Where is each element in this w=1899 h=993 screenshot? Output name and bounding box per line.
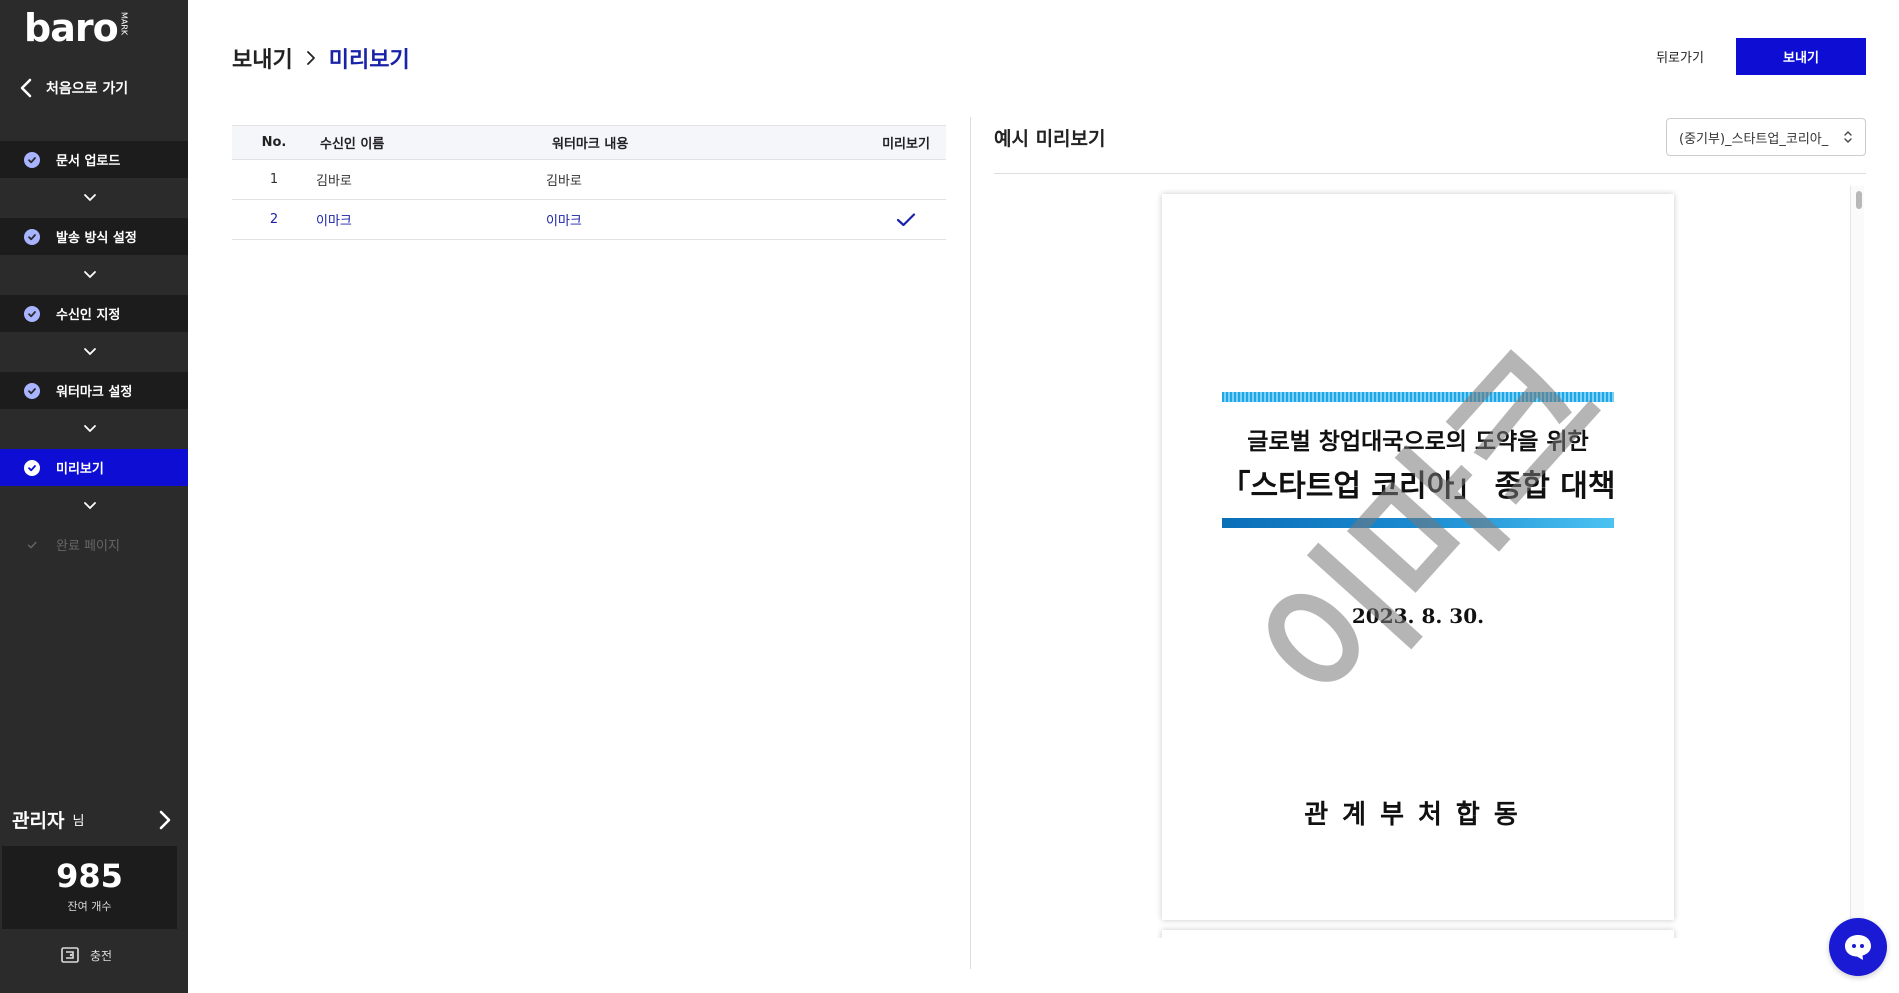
document-page: 글로벌 창업대국으로의 도약을 위한 「스타트업 코리아」 종합 대책 2023… [1162, 194, 1674, 920]
table-row[interactable]: 2 이마크 이마크 [232, 200, 946, 240]
header-recipient-name: 수신인 이름 [320, 137, 385, 152]
logo-text: baro [24, 6, 119, 50]
admin-suffix: 님 [72, 814, 85, 829]
logo-subtext: MARK [119, 12, 129, 36]
step-document-upload[interactable]: 문서 업로드 [0, 141, 188, 178]
step-label: 워터마크 설정 [56, 385, 133, 400]
wallet-icon [61, 947, 79, 963]
header-watermark-content: 워터마크 내용 [552, 137, 629, 152]
row-watermark-content: 김바로 [546, 174, 582, 189]
step-complete-page: 완료 페이지 [0, 526, 188, 563]
row-no: 2 [269, 212, 279, 227]
step-label: 수신인 지정 [56, 308, 121, 323]
row-no: 1 [269, 172, 279, 187]
sidebar: baro MARK 처음으로 가기 문서 업로드 발송 방식 설정 수신인 지정… [0, 0, 188, 993]
chat-icon [1845, 935, 1871, 960]
chevron-down-icon [0, 486, 188, 526]
step-recipients[interactable]: 수신인 지정 [0, 295, 188, 332]
step-delivery-settings[interactable]: 발송 방식 설정 [0, 218, 188, 255]
check-icon [24, 537, 40, 553]
table-header: No. 수신인 이름 워터마크 내용 미리보기 [232, 125, 946, 160]
back-to-start-link[interactable]: 처음으로 가기 [18, 78, 128, 98]
row-watermark-content: 이마크 [546, 214, 582, 229]
watermark-overlay: 이마크 [1228, 316, 1636, 742]
credit-box: 985 잔여 개수 [2, 846, 177, 929]
preview-divider [994, 173, 1866, 174]
chevron-down-icon [0, 332, 188, 372]
breadcrumb-parent[interactable]: 보내기 [232, 42, 293, 74]
go-back-button[interactable]: 뒤로가기 [1640, 38, 1720, 74]
step-preview[interactable]: 미리보기 [0, 449, 188, 486]
admin-name: 관리자 [12, 810, 65, 832]
chat-support-button[interactable] [1829, 918, 1887, 976]
step-label: 문서 업로드 [56, 154, 121, 169]
table-row[interactable]: 1 김바로 김바로 [232, 160, 946, 200]
row-preview [866, 212, 946, 228]
chevron-right-icon [159, 810, 171, 829]
viewer-scrollbar[interactable] [1850, 186, 1864, 938]
document-select-value: (중기부)_스타트업_코리아_ [1679, 131, 1829, 147]
document-page-next [1162, 930, 1674, 938]
step-watermark-settings[interactable]: 워터마크 설정 [0, 372, 188, 409]
check-circle-icon [24, 459, 40, 476]
chevron-right-icon [306, 51, 315, 65]
check-circle-icon [24, 228, 40, 245]
chevron-down-icon [0, 178, 188, 218]
step-label: 완료 페이지 [56, 539, 120, 554]
preview-title: 예시 미리보기 [994, 128, 1106, 150]
select-arrows-icon [1844, 131, 1852, 143]
checkmark-icon [896, 212, 916, 226]
header-preview: 미리보기 [882, 137, 930, 152]
row-recipient-name: 김바로 [316, 174, 352, 189]
check-circle-icon [24, 151, 40, 168]
document-select[interactable]: (중기부)_스타트업_코리아_ [1666, 118, 1866, 156]
charge-button[interactable]: 충전 [60, 946, 112, 964]
panel-divider [970, 117, 971, 969]
document-viewer[interactable]: 글로벌 창업대국으로의 도약을 위한 「스타트업 코리아」 종합 대책 2023… [994, 186, 1850, 938]
chevron-down-icon [0, 409, 188, 449]
credit-label: 잔여 개수 [67, 900, 112, 913]
back-to-start-label: 처음으로 가기 [46, 81, 129, 97]
chevron-down-icon [0, 255, 188, 295]
recipient-table: No. 수신인 이름 워터마크 내용 미리보기 1 김바로 김바로 2 이마크 … [232, 125, 946, 240]
header-no: No. [261, 135, 287, 150]
step-label: 미리보기 [56, 462, 104, 477]
check-circle-icon [24, 305, 40, 322]
check-circle-icon [24, 382, 40, 399]
logo[interactable]: baro MARK [24, 8, 129, 48]
row-recipient-name: 이마크 [316, 214, 352, 229]
charge-label: 충전 [90, 948, 113, 963]
breadcrumb: 보내기 미리보기 [232, 42, 410, 74]
step-list: 문서 업로드 발송 방식 설정 수신인 지정 워터마크 설정 미리보기 완료 페… [0, 141, 188, 563]
breadcrumb-current: 미리보기 [328, 48, 410, 73]
send-button[interactable]: 보내기 [1736, 38, 1866, 75]
scrollbar-thumb[interactable] [1856, 191, 1862, 209]
step-label: 발송 방식 설정 [56, 231, 137, 246]
admin-profile-link[interactable]: 관리자 님 [12, 806, 172, 833]
chevron-left-icon [20, 78, 32, 98]
credit-count: 985 [56, 857, 123, 895]
document-organization: 관계부처합동 [1304, 800, 1532, 830]
